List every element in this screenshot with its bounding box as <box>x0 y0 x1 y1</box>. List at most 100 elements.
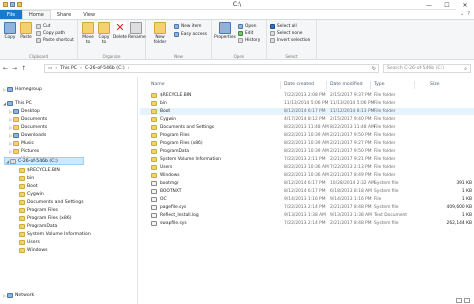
date-created: 11/13/2014 5:06 PM <box>284 101 329 106</box>
paste-button[interactable]: Paste <box>18 22 34 40</box>
open-button[interactable]: Open <box>238 23 256 29</box>
column-type[interactable]: Type <box>374 82 385 87</box>
select-none-button[interactable]: Select none <box>270 30 302 36</box>
date-created: 4/17/2014 8:12 PM <box>284 117 326 122</box>
tab-file[interactable]: File <box>0 10 22 19</box>
table-row[interactable]: bootmgr 8/12/2014 6:17 PM 10/28/2014 2:32 … <box>140 180 474 187</box>
table-row[interactable]: ProgramData 8/22/2013 10:39 AM 2/21/2017 9… <box>140 148 474 155</box>
history-icon <box>238 37 243 43</box>
invert-selection-button[interactable]: Invert selection <box>270 37 310 43</box>
copy-button[interactable]: Copy <box>2 22 18 40</box>
back-button[interactable]: ← <box>3 65 8 72</box>
chevron-right-icon[interactable]: › <box>80 66 82 71</box>
table-row[interactable]: bin 11/13/2014 5:06 PM 11/13/2014 5:06 PM F… <box>140 100 474 107</box>
nav-item-folder[interactable]: Program Files (x86) <box>14 214 72 222</box>
forward-button[interactable]: → <box>12 65 17 72</box>
search-input[interactable]: Search C-26-of-546b (C:) ⌕ <box>383 64 471 73</box>
nav-item-downloads[interactable]: ▷ Downloads <box>8 131 46 139</box>
file-icon <box>151 205 157 210</box>
history-button[interactable]: History <box>238 37 260 43</box>
table-row[interactable]: BOOTNXT 8/12/2014 6:17 PM 6/18/2013 8:18 A… <box>140 188 474 195</box>
help-icon[interactable]: ? <box>467 11 470 17</box>
minimize-button[interactable]: — <box>420 0 438 10</box>
table-row[interactable]: OC 9/14/2013 1:16 PM 9/14/2013 1:16 PM File… <box>140 196 474 203</box>
nav-item-folder[interactable]: Program Files <box>14 206 58 214</box>
table-row[interactable]: Cygwin 4/17/2014 8:12 PM 2/15/2017 9:40 PM… <box>140 116 474 123</box>
nav-item-folder[interactable]: $RECYCLE.BIN <box>14 166 60 174</box>
table-row[interactable]: Documents and Settings 8/22/2013 11:48 AM… <box>140 124 474 131</box>
date-modified: 6/18/2013 8:18 AM <box>330 189 372 194</box>
date-modified: 2/15/2017 9:40 PM <box>330 117 372 122</box>
refresh-icon[interactable]: ↻ <box>372 66 376 72</box>
delete-button[interactable]: ✕ Delete <box>112 22 128 40</box>
move-to-button[interactable]: Move to <box>80 22 96 45</box>
nav-item-documents-2[interactable]: ▷ Documents <box>8 123 47 131</box>
file-icon <box>151 189 157 194</box>
column-name[interactable]: Name <box>151 82 165 87</box>
easy-access-button[interactable]: Easy access <box>174 31 207 37</box>
new-folder-button[interactable]: New folder <box>150 22 170 45</box>
file-type: File folder <box>374 133 396 138</box>
nav-item-folder[interactable]: System Volume Information <box>14 230 91 238</box>
up-button[interactable]: ↑ <box>21 65 26 72</box>
invert-selection-icon <box>270 37 275 43</box>
table-row[interactable]: $RECYCLE.BIN 7/22/2013 2:08 PM 2/15/2017 9… <box>140 92 474 99</box>
folder-icon <box>19 239 25 245</box>
table-row[interactable]: pagefile.sys 7/22/2013 2:14 PM 2/21/2017 8… <box>140 204 474 211</box>
address-bar[interactable]: ▭ › This PC › C-26-of-546b (C:) › ↻ <box>44 64 379 73</box>
close-button[interactable]: ✕ <box>456 0 474 10</box>
nav-item-this-pc[interactable]: ◢ This PC <box>2 99 32 107</box>
select-all-button[interactable]: Select all <box>270 23 297 29</box>
nav-item-music[interactable]: ▷ Music <box>8 139 34 147</box>
table-row[interactable]: swapfile.sys 7/22/2013 2:14 PM 2/21/2017 8… <box>140 220 474 227</box>
column-date-created[interactable]: Date created <box>284 82 314 87</box>
maximize-button[interactable]: ☐ <box>438 0 456 10</box>
large-icons-view-icon[interactable] <box>464 298 470 303</box>
table-row[interactable]: System Volume Information 7/22/2013 2:11 … <box>140 156 474 163</box>
tab-view[interactable]: View <box>77 10 101 19</box>
nav-item-pictures[interactable]: ▷ Pictures <box>8 147 39 155</box>
table-row[interactable]: Reflect_Install.log 9/13/2013 1:38 AM 9/13… <box>140 212 474 219</box>
copy-path-button[interactable]: Copy path <box>36 30 65 36</box>
file-type: File folder <box>374 157 396 162</box>
table-row[interactable]: Program Files (x86) 8/22/2013 10:39 AM 2/2… <box>140 140 474 147</box>
properties-button[interactable]: Properties <box>214 22 236 40</box>
breadcrumb-drive[interactable]: C-26-of-546b (C:) <box>85 66 125 71</box>
column-size[interactable]: Size <box>430 82 439 87</box>
tab-share[interactable]: Share <box>51 10 77 19</box>
nav-item-folder[interactable]: Users <box>14 238 40 246</box>
new-item-button[interactable]: New item <box>174 23 201 29</box>
nav-item-folder[interactable]: Boot <box>14 182 38 190</box>
table-row[interactable]: Boot 8/12/2014 6:17 PM 11/12/2014 8:13 PM F… <box>140 108 474 115</box>
tab-home[interactable]: Home <box>22 10 51 19</box>
file-type: File folder <box>374 149 396 154</box>
file-size: 391 KB <box>456 181 472 186</box>
table-row[interactable]: Program Files 8/22/2013 10:39 AM 2/21/2017… <box>140 132 474 139</box>
nav-item-folder[interactable]: Windows <box>14 246 48 254</box>
new-item-icon <box>174 23 179 29</box>
nav-item-desktop[interactable]: ▷ Desktop <box>8 107 40 115</box>
nav-item-folder[interactable]: Documents and Settings <box>14 198 84 206</box>
nav-item-folder[interactable]: Cygwin <box>14 190 44 198</box>
nav-item-folder[interactable]: bin <box>14 174 34 182</box>
paste-shortcut-button[interactable]: Paste shortcut <box>36 37 74 43</box>
table-row[interactable]: Users 8/22/2013 10:36 AM 7/22/2013 2:13 PM… <box>140 164 474 171</box>
copy-to-button[interactable]: Copy to <box>96 22 112 45</box>
details-view-icon[interactable] <box>456 298 462 303</box>
breadcrumb-this-pc[interactable]: This PC <box>60 66 77 71</box>
nav-item-homegroup[interactable]: ▷ Homegroup <box>2 85 42 93</box>
drive-icon: ▭ <box>48 66 53 71</box>
cut-button[interactable]: Cut <box>36 23 50 29</box>
chevron-right-icon[interactable]: › <box>128 66 130 71</box>
nav-item-documents[interactable]: ▷ Documents <box>8 115 47 123</box>
edit-button[interactable]: Edit <box>238 30 253 36</box>
chevron-down-icon[interactable]: ⌄ <box>460 11 464 17</box>
chevron-right-icon[interactable]: › <box>55 66 57 71</box>
nav-item-drive-c[interactable]: ◢ C-26-of-546b (C:) <box>4 157 84 165</box>
rename-button[interactable]: Rename <box>128 22 146 40</box>
file-list: Name Date created Date modified Type Siz… <box>140 77 474 304</box>
table-row[interactable]: Windows 8/22/2013 10:36 AM 2/21/2017 8:49 … <box>140 172 474 179</box>
nav-item-folder[interactable]: ProgramData <box>14 222 57 230</box>
open-group: Properties Open Edit History Open <box>212 20 267 60</box>
column-date-modified[interactable]: Date modified <box>330 82 363 87</box>
